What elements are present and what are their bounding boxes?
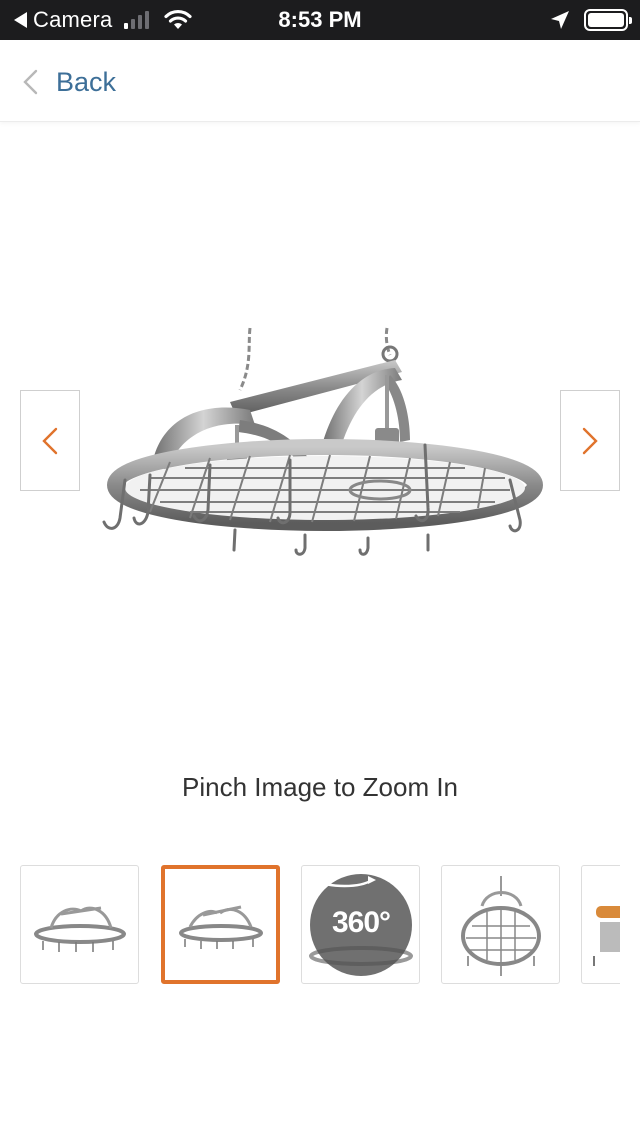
pot-rack-thumbnail — [461, 876, 541, 976]
battery-icon — [584, 9, 632, 31]
rotate-360-icon — [313, 876, 376, 888]
product-image[interactable] — [90, 250, 550, 630]
status-back-to-app[interactable]: Camera — [14, 0, 193, 40]
360-view-badge: 360° — [310, 874, 412, 976]
thumbnail-3-360-view[interactable]: 360° — [301, 865, 420, 984]
thumbnail-2[interactable] — [161, 865, 280, 984]
previous-image-button[interactable] — [20, 390, 80, 491]
wifi-icon — [164, 9, 193, 29]
thumbnail-5[interactable] — [581, 865, 620, 984]
pot-rack-thumbnail — [34, 906, 126, 952]
zoom-hint: Pinch Image to Zoom In — [181, 772, 459, 802]
next-image-button[interactable] — [560, 390, 620, 491]
pot-rack-image — [102, 327, 543, 556]
chevron-left-icon — [23, 69, 38, 95]
back-button[interactable]: Back — [22, 60, 116, 104]
thumbnail-1[interactable] — [20, 865, 139, 984]
360-badge-label: 360° — [331, 906, 391, 939]
nav-header: Back — [0, 40, 640, 122]
back-label: Back — [56, 66, 117, 97]
location-arrow-icon — [551, 11, 569, 29]
cellular-signal-icon — [124, 11, 150, 29]
status-back-app-label: Camera — [33, 7, 113, 32]
status-bar: Camera 8:53 PM — [0, 0, 640, 40]
chevron-left-icon — [42, 427, 58, 454]
thumbnail-4[interactable] — [441, 865, 560, 984]
thumbnail-strip[interactable]: 360° — [20, 865, 620, 985]
back-triangle-icon — [14, 12, 27, 28]
pot-rack-thumbnail — [179, 905, 263, 949]
pot-rack-thumbnail — [593, 906, 620, 966]
chevron-right-icon — [582, 427, 598, 454]
